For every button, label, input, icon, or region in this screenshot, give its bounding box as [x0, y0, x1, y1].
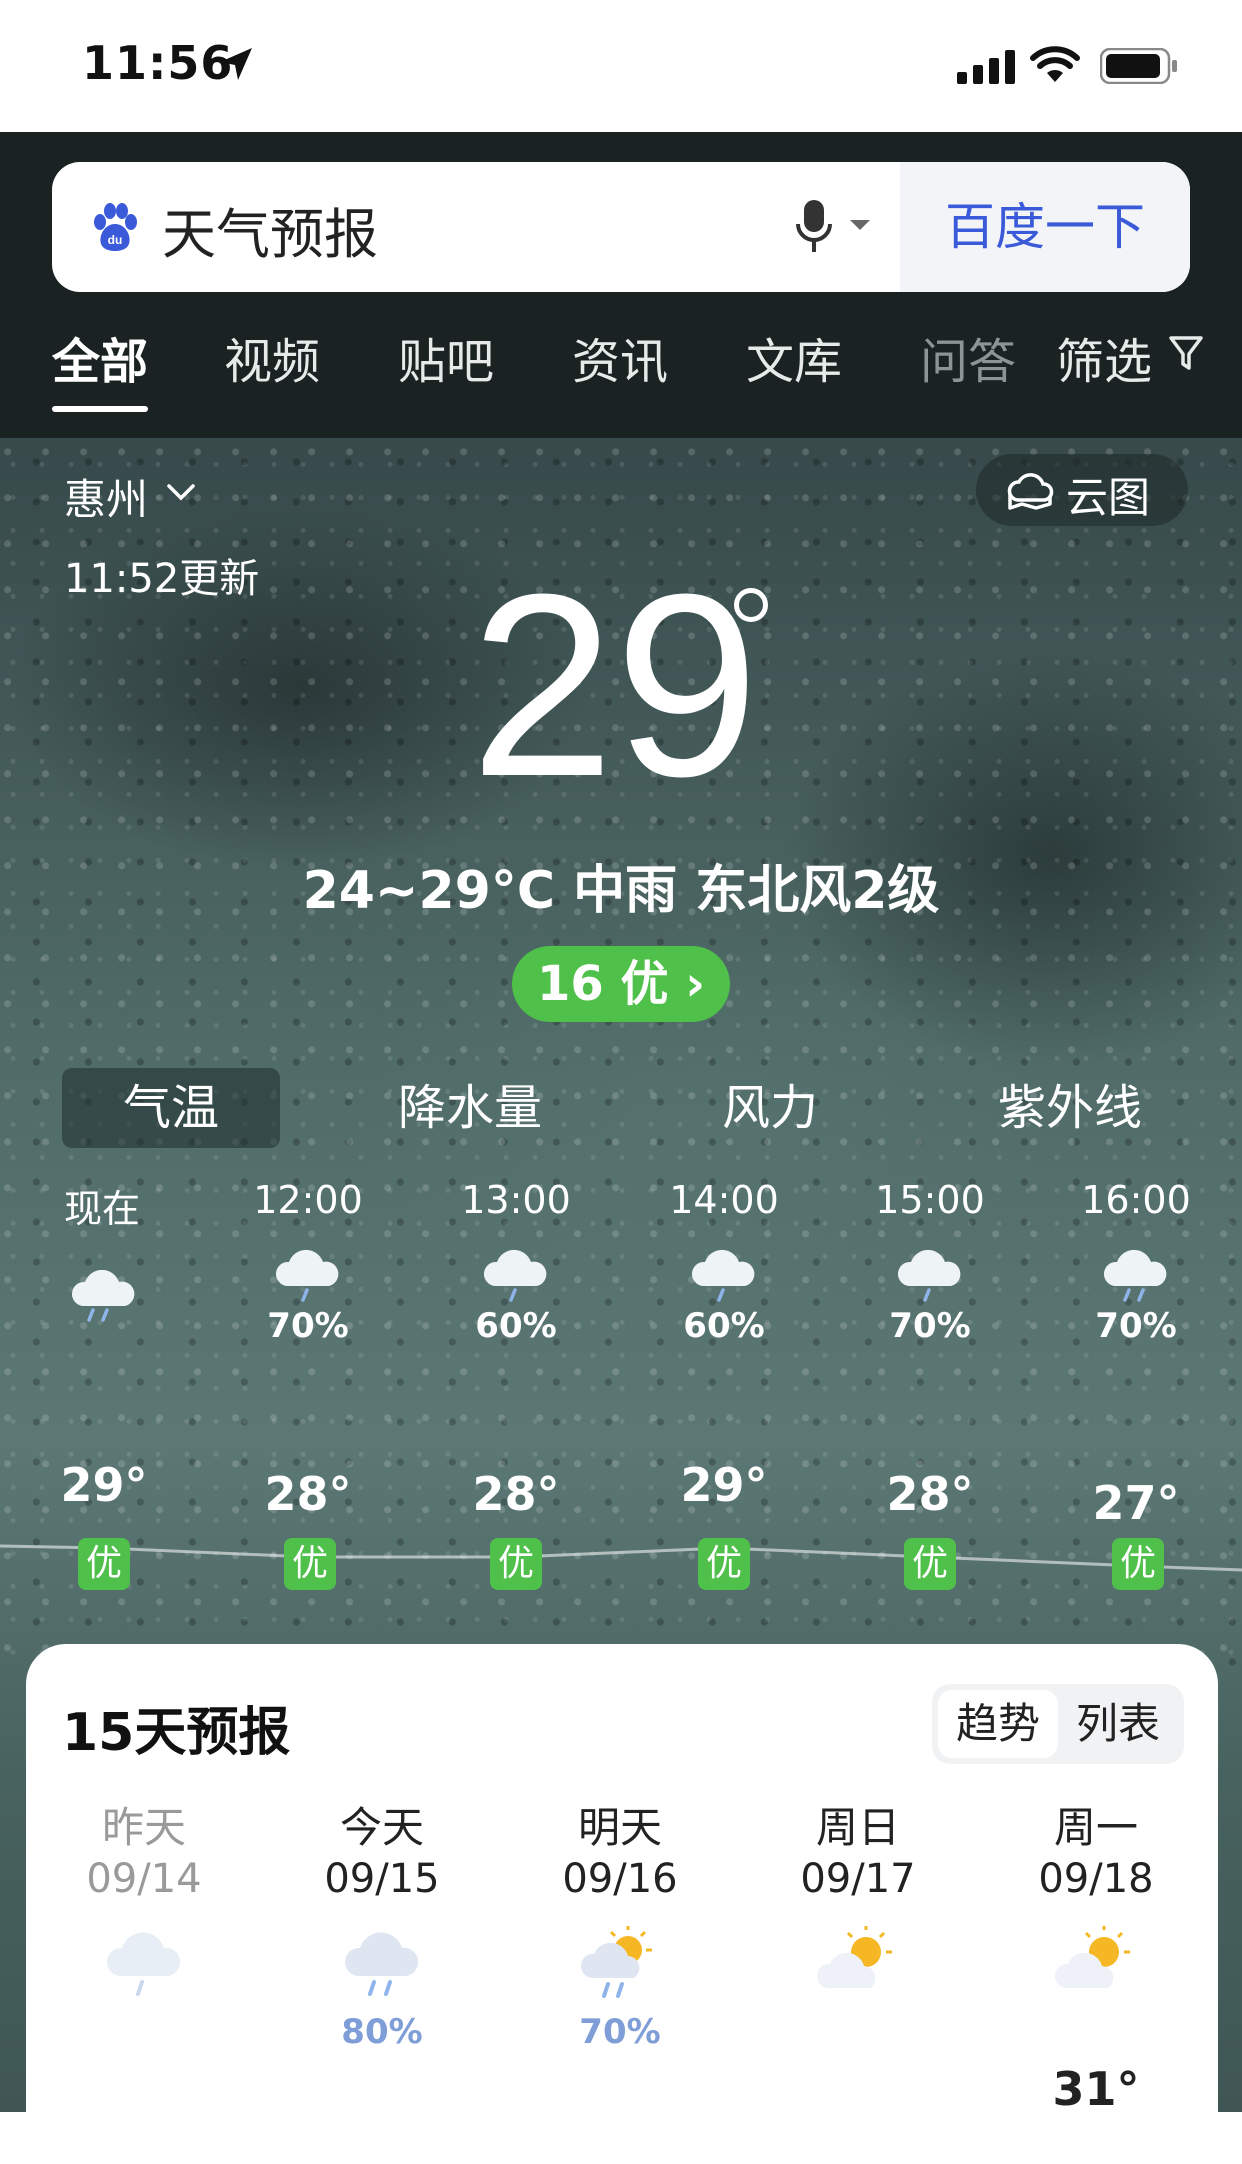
- temperature-line: [0, 1544, 1242, 1572]
- day-name: 周日: [815, 1803, 900, 1852]
- day-date: 09/18: [1038, 1856, 1154, 1902]
- toggle-list[interactable]: 列表: [1058, 1690, 1178, 1758]
- toggle-trend[interactable]: 趋势: [938, 1690, 1058, 1758]
- day-name: 明天: [577, 1803, 662, 1852]
- tab-all[interactable]: 全部: [52, 322, 148, 392]
- signal-icon: [957, 50, 1015, 84]
- day-precip-prob: 70%: [579, 2012, 661, 2052]
- day-column[interactable]: 昨天 09/14: [34, 1794, 254, 2062]
- sun-cloud-icon: [748, 1924, 968, 2012]
- search-input[interactable]: 天气预报: [162, 190, 378, 269]
- day-name: 昨天: [101, 1803, 186, 1852]
- battery-icon: [1100, 48, 1177, 84]
- status-bar: 11:56: [0, 0, 1242, 132]
- day-precip-prob: [34, 2012, 254, 2062]
- search-button[interactable]: 百度一下: [900, 162, 1190, 292]
- hour-aqi-badge: 优: [1112, 1538, 1164, 1590]
- hour-aqi-badge: 优: [698, 1538, 750, 1590]
- view-toggle: 趋势 列表: [932, 1684, 1184, 1764]
- day-column[interactable]: 周日 09/17: [748, 1794, 968, 2062]
- tab-qa[interactable]: 问答: [920, 322, 1016, 392]
- sun-rain-icon: [510, 1926, 730, 2012]
- day-date: 09/17: [800, 1856, 916, 1902]
- tab-news[interactable]: 资讯: [572, 322, 668, 392]
- search-tabs: 全部 视频 贴吧 资讯 文库 问答 筛选: [0, 322, 1242, 438]
- day-name: 周一: [1053, 1803, 1138, 1852]
- wifi-icon: [1030, 46, 1080, 82]
- day-date: 09/16: [562, 1856, 678, 1902]
- hour-aqi-badge: 优: [78, 1538, 130, 1590]
- day-date: 09/15: [324, 1856, 440, 1902]
- day-column[interactable]: 明天 09/16 70%: [510, 1794, 730, 2062]
- forecast-title: 15天预报: [62, 1703, 291, 1763]
- location-arrow-icon: [220, 48, 252, 80]
- day-precip-prob: [986, 2012, 1206, 2062]
- search-box[interactable]: du 天气预报 百度一下: [52, 162, 1190, 292]
- tab-wenku[interactable]: 文库: [746, 322, 842, 392]
- hour-aqi-badge: 优: [490, 1538, 542, 1590]
- tab-video[interactable]: 视频: [224, 322, 320, 392]
- sun-cloud-icon: [986, 1924, 1206, 2012]
- rain-cloud-icon: [272, 1926, 492, 2012]
- baidu-paw-icon: du: [94, 203, 137, 251]
- chevron-down-icon[interactable]: [850, 220, 870, 230]
- search-header: du 天气预报 百度一下 全部 视频 贴吧 资讯 文库 问答 筛选: [0, 132, 1242, 438]
- rain-cloud-icon: [34, 1926, 254, 2012]
- day-date: 09/14: [86, 1856, 202, 1902]
- active-tab-indicator: [52, 406, 148, 412]
- day-precip-prob: 80%: [341, 2012, 423, 2052]
- hour-aqi-badge: 优: [904, 1538, 956, 1590]
- filter-icon[interactable]: [1168, 334, 1204, 374]
- temperature-curve: [0, 1539, 1242, 1575]
- tab-filter[interactable]: 筛选: [1056, 322, 1152, 392]
- day-column[interactable]: 今天 09/15 80%: [272, 1794, 492, 2062]
- day-name: 今天: [339, 1803, 424, 1852]
- day-column[interactable]: 周一 09/18 31°: [986, 1794, 1206, 2116]
- day-precip-prob: [748, 2012, 968, 2062]
- microphone-icon[interactable]: [794, 198, 834, 254]
- tab-tieba[interactable]: 贴吧: [398, 322, 494, 392]
- status-time: 11:56: [82, 36, 234, 90]
- forecast-card: 15天预报 趋势 列表 昨天 09/14 今天 09/15 80% 明天 09/…: [26, 1644, 1218, 2164]
- day-high-temp: 31°: [1052, 2062, 1140, 2116]
- svg-text:du: du: [108, 233, 123, 247]
- hour-aqi-badge: 优: [284, 1538, 336, 1590]
